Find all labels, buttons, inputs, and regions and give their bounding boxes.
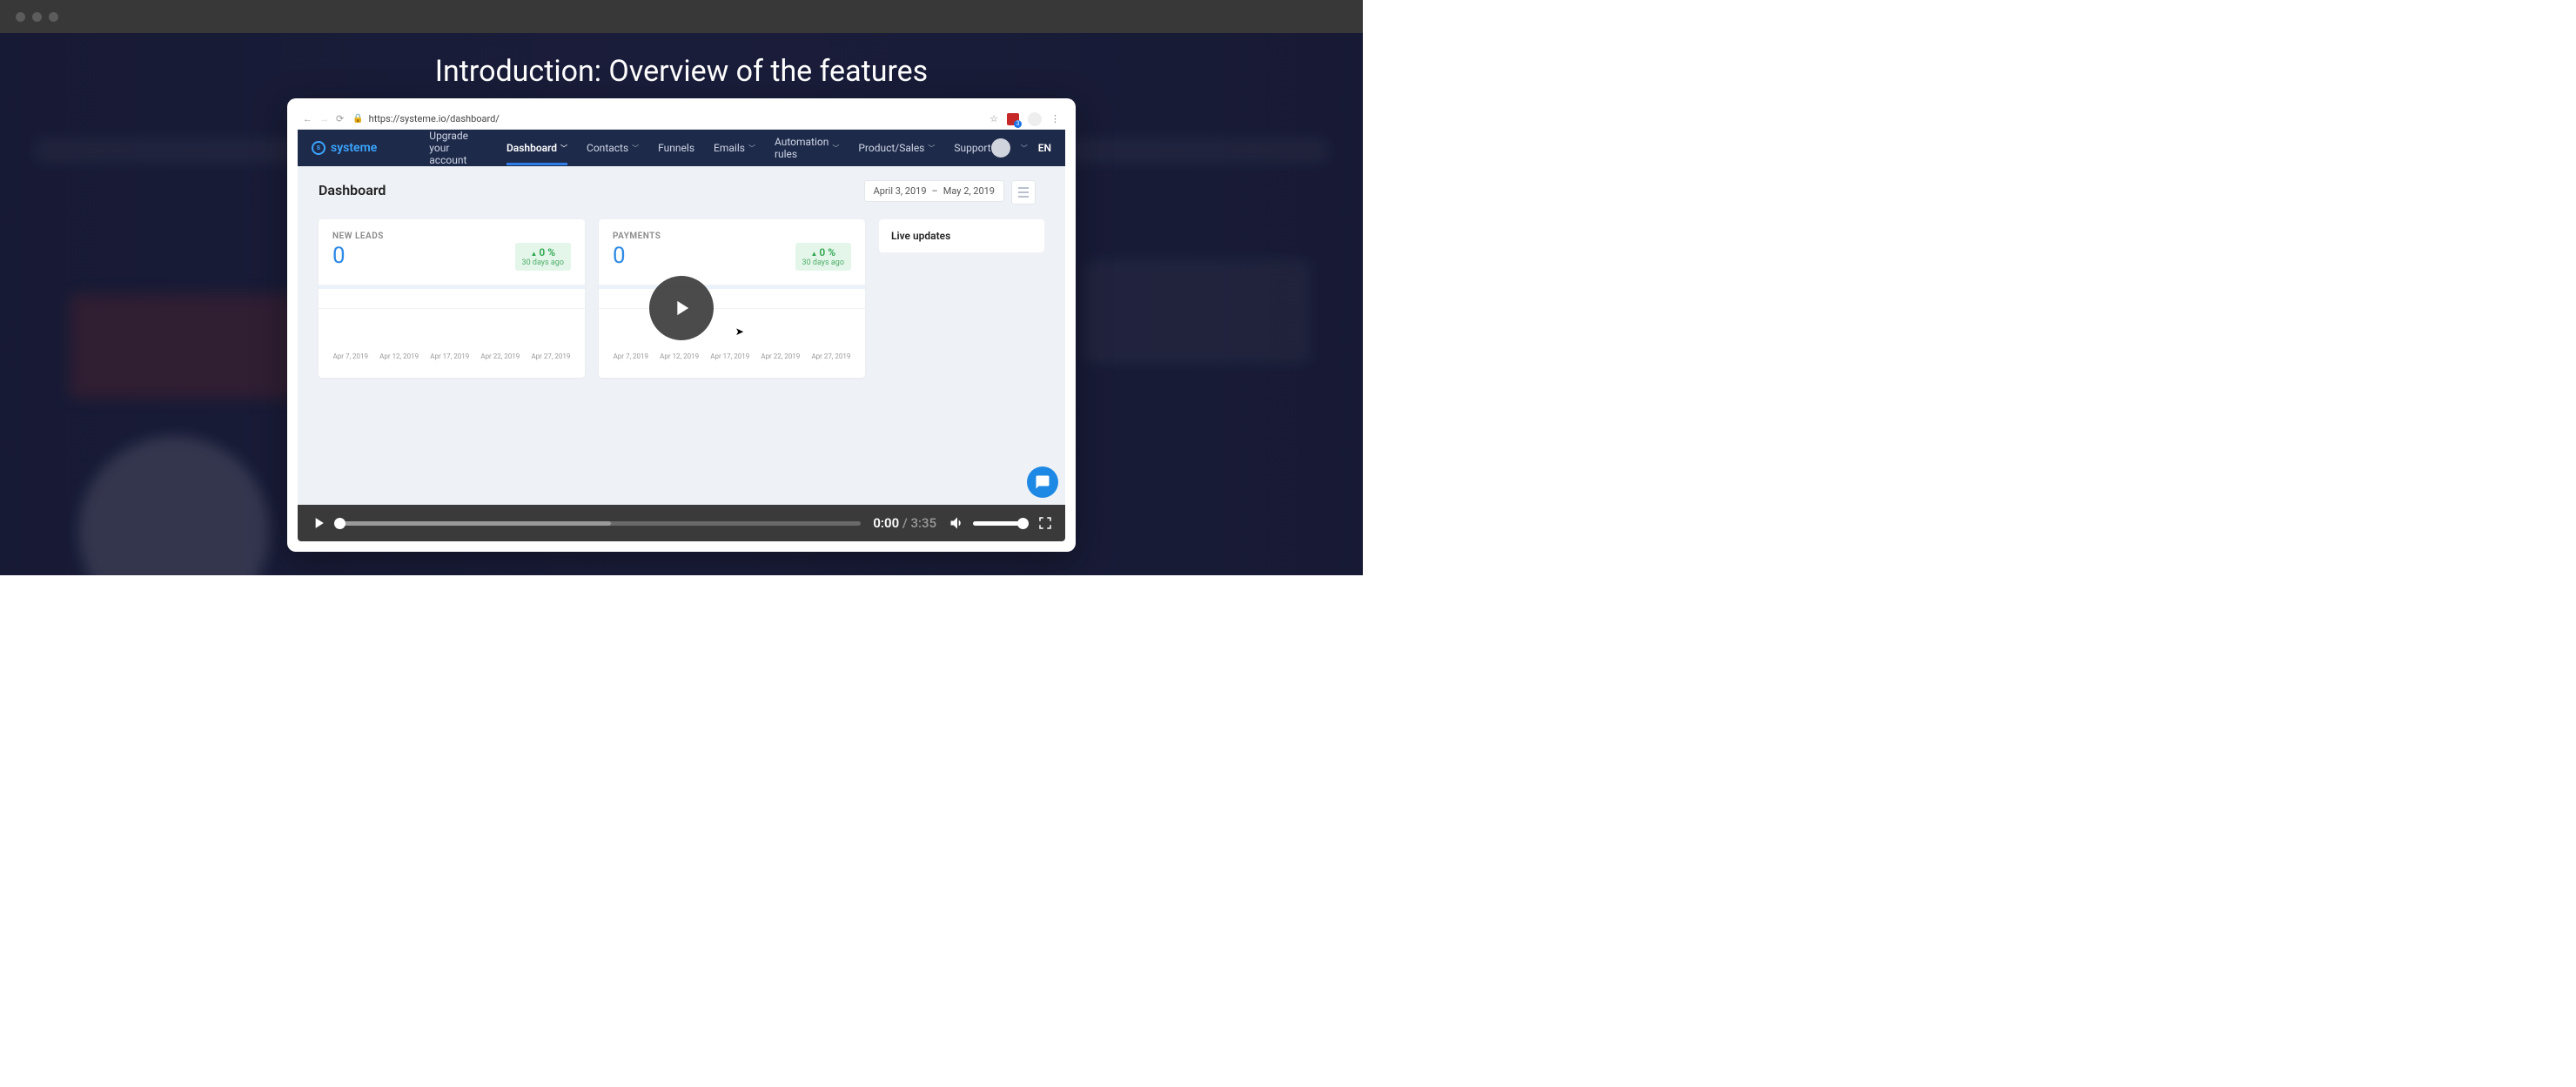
window-zoom-dot[interactable] [49, 12, 58, 22]
star-icon[interactable]: ☆ [989, 113, 998, 124]
volume-button[interactable] [949, 514, 966, 532]
browser-forward-icon[interactable]: → [319, 113, 329, 124]
video-time-display: 0:00 / 3:35 [873, 515, 936, 531]
chart-xaxis: Apr 7, 2019Apr 12, 2019Apr 17, 2019Apr 2… [327, 352, 576, 360]
lock-icon: 🔒 [352, 114, 363, 124]
browser-toolbar: ← → ⟳ 🔒 https://systeme.io/dashboard/ ☆ … [298, 109, 1065, 130]
video-buffer-bar [339, 521, 611, 526]
date-from: April 3, 2019 [874, 185, 927, 197]
live-updates-label: Live updates [891, 230, 950, 242]
browser-url[interactable]: https://systeme.io/dashboard/ [369, 113, 500, 124]
user-avatar[interactable] [991, 138, 1010, 158]
stat-card-payments: PAYMENTS 0 0 % 30 days ago Apr 7, 2019Ap… [599, 219, 865, 378]
slide-title: Introduction: Overview of the features [0, 54, 1363, 89]
video-frame: ← → ⟳ 🔒 https://systeme.io/dashboard/ ☆ … [298, 109, 1065, 541]
video-seek-thumb[interactable] [334, 518, 345, 529]
volume-thumb[interactable] [1017, 518, 1029, 529]
nav-products[interactable]: Product/Sales﹀ [858, 142, 935, 154]
extension-icon[interactable] [1007, 113, 1019, 125]
video-current-time: 0:00 [873, 515, 899, 531]
browser-menu-icon[interactable]: ⋮ [1050, 113, 1060, 124]
date-to: May 2, 2019 [943, 185, 995, 197]
nav-emails[interactable]: Emails﹀ [714, 142, 755, 154]
video-play-overlay-button[interactable] [649, 276, 714, 340]
video-card: ← → ⟳ 🔒 https://systeme.io/dashboard/ ☆ … [287, 98, 1076, 552]
sparkline-chart [319, 285, 585, 347]
live-updates-card: Live updates [879, 219, 1044, 252]
brand-logo[interactable]: s systeme [312, 141, 377, 155]
stat-value: 0 [613, 243, 626, 269]
window-close-dot[interactable] [16, 12, 25, 22]
date-range-picker[interactable]: April 3, 2019 – May 2, 2019 [864, 180, 1004, 202]
stat-delta: 0 % [802, 246, 844, 258]
browser-back-icon[interactable]: ← [303, 113, 312, 124]
chat-icon [1035, 474, 1050, 490]
app-navbar: s systeme Upgrade your account Dashboard… [298, 130, 1065, 166]
chat-widget-button[interactable] [1027, 466, 1058, 498]
stat-label: PAYMENTS [613, 231, 851, 241]
date-sep: – [932, 185, 938, 197]
stat-value: 0 [332, 243, 345, 269]
volume-slider[interactable] [973, 521, 1025, 526]
stat-delta-badge: 0 % 30 days ago [795, 243, 851, 271]
mouse-cursor-icon: ➤ [735, 325, 744, 338]
date-range-options-button[interactable] [1011, 180, 1036, 205]
presentation-slide: Introduction: Overview of the features ←… [0, 0, 1363, 575]
nav-funnels[interactable]: Funnels [658, 142, 694, 154]
chevron-down-icon: ﹀ [632, 144, 639, 153]
chevron-down-icon: ﹀ [832, 144, 839, 153]
stat-delta-sub: 30 days ago [522, 258, 564, 267]
chart-xaxis: Apr 7, 2019Apr 12, 2019Apr 17, 2019Apr 2… [607, 352, 856, 360]
sparkline-chart [599, 285, 865, 347]
stat-delta-sub: 30 days ago [802, 258, 844, 267]
chevron-down-icon: ﹀ [748, 144, 755, 153]
play-icon [669, 296, 694, 320]
window-titlebar [0, 0, 1363, 33]
browser-reload-icon[interactable]: ⟳ [336, 113, 344, 124]
gear-icon: s [312, 141, 325, 155]
language-selector[interactable]: EN [1038, 142, 1051, 154]
video-play-button[interactable] [310, 514, 327, 532]
fullscreen-button[interactable] [1037, 515, 1053, 531]
stat-label: NEW LEADS [332, 231, 571, 241]
stat-delta-badge: 0 % 30 days ago [515, 243, 571, 271]
fullscreen-icon [1037, 515, 1053, 531]
window-minimize-dot[interactable] [32, 12, 42, 22]
chevron-down-icon[interactable]: ﹀ [1021, 144, 1028, 153]
nav-upgrade[interactable]: Upgrade your account [429, 130, 487, 166]
nav-dashboard[interactable]: Dashboard﹀ [506, 142, 567, 154]
browser-profile-avatar[interactable] [1028, 112, 1042, 126]
nav-automation[interactable]: Automation rules﹀ [775, 136, 839, 160]
video-seek-bar[interactable] [339, 516, 861, 530]
volume-icon [949, 514, 966, 532]
chevron-down-icon: ﹀ [560, 144, 567, 153]
play-icon [310, 514, 327, 532]
nav-contacts[interactable]: Contacts﹀ [587, 142, 639, 154]
stat-card-new-leads: NEW LEADS 0 0 % 30 days ago Apr 7, 2019A… [319, 219, 585, 378]
stat-delta: 0 % [522, 246, 564, 258]
video-duration: 3:35 [910, 515, 936, 531]
brand-name: systeme [331, 141, 377, 155]
nav-support[interactable]: Support [954, 142, 990, 154]
chevron-down-icon: ﹀ [928, 144, 935, 153]
video-controls: 0:00 / 3:35 [298, 505, 1065, 541]
